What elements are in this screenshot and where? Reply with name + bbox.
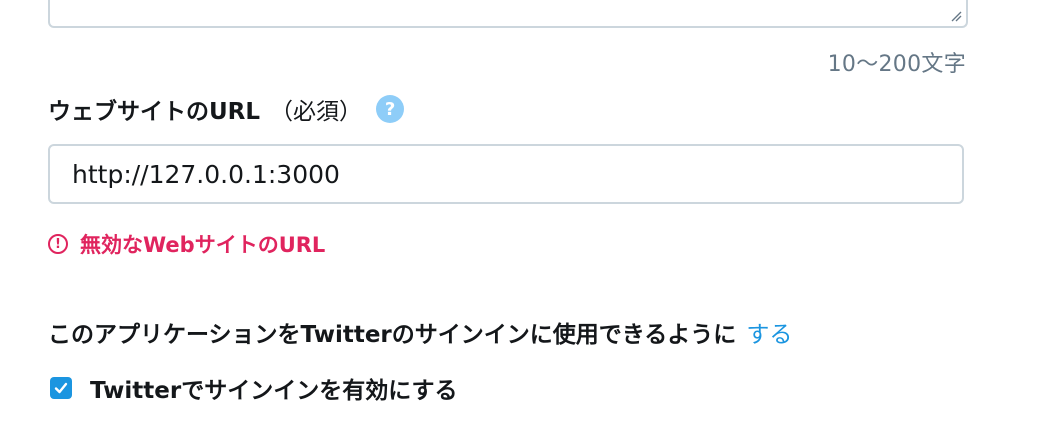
app-details-form: 10〜200文字 ウェブサイトのURL （必須） ? ! 無効なWebサイトのU… xyxy=(0,0,1062,424)
twitter-signin-label-text: このアプリケーションをTwitterのサインインに使用できるように xyxy=(48,322,737,348)
checkmark-icon xyxy=(54,382,68,394)
website-url-error-text: 無効なWebサイトのURL xyxy=(80,233,326,257)
question-circle-icon[interactable]: ? xyxy=(376,95,405,123)
enable-twitter-signin-row[interactable]: Twitterでサインインを有効にする xyxy=(50,371,457,405)
website-url-label-text: ウェブサイトのURL xyxy=(48,99,261,125)
enable-twitter-signin-label: Twitterでサインインを有効にする xyxy=(90,378,458,404)
website-url-input[interactable] xyxy=(48,144,964,204)
description-char-count: 10〜200文字 xyxy=(827,52,966,77)
twitter-signin-label: このアプリケーションをTwitterのサインインに使用できるように する xyxy=(48,315,792,349)
description-textarea[interactable] xyxy=(48,0,968,28)
twitter-signin-link[interactable]: する xyxy=(746,322,792,348)
exclamation-circle-icon: ! xyxy=(48,234,68,254)
enable-twitter-signin-checkbox[interactable] xyxy=(50,377,72,399)
website-url-error: ! 無効なWebサイトのURL xyxy=(48,229,325,259)
required-indicator: （必須） xyxy=(270,99,363,125)
resize-handle-icon[interactable] xyxy=(950,10,962,22)
website-url-label: ウェブサイトのURL （必須） ? xyxy=(48,92,405,126)
